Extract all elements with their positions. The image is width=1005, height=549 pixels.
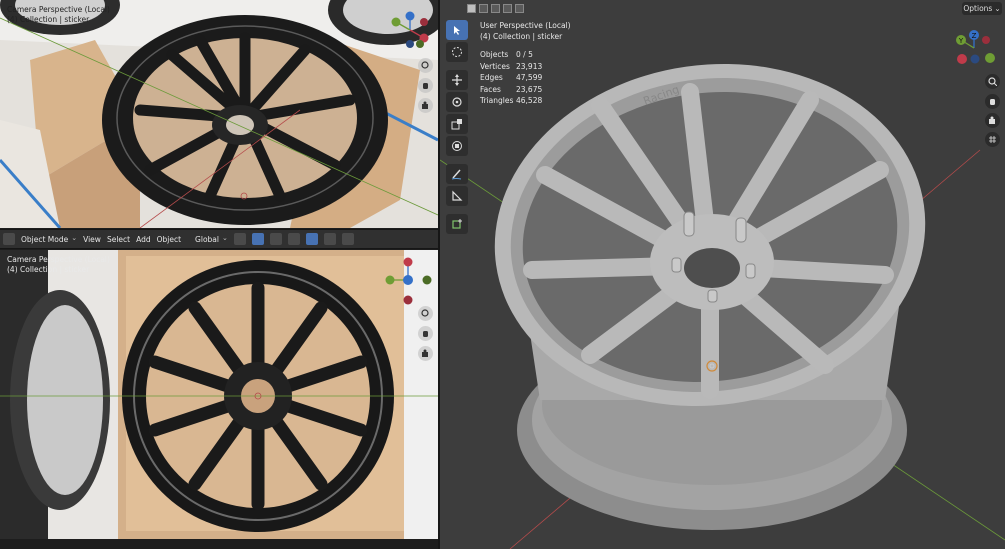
rotate-icon[interactable]	[446, 92, 468, 112]
stat-label: Vertices	[480, 61, 510, 71]
select-mode-extend[interactable]	[479, 4, 488, 13]
viewport-bottom-left[interactable]: Camera Perspective (Local) (4) Collectio…	[0, 250, 438, 539]
stat-value: 0 / 5	[516, 50, 533, 59]
camera-icon[interactable]	[418, 98, 433, 113]
tool-shelf	[446, 20, 468, 236]
stat-label: Faces	[480, 84, 501, 94]
viewport-collection: (4) Collection | sticker	[7, 15, 90, 24]
navigation-gizmo[interactable]	[384, 256, 434, 308]
editor-type-icon[interactable]	[3, 233, 15, 245]
camera-icon[interactable]	[985, 113, 1000, 128]
navigation-gizmo[interactable]: Z Y	[948, 26, 1000, 68]
stat-label: Triangles	[480, 96, 514, 105]
scene-statistics: Objects 0 / 5 Vertices 23,913 Edges 47,599 …	[480, 20, 542, 107]
stat-label: Edges	[480, 73, 503, 82]
scale-icon[interactable]	[446, 114, 468, 134]
annotate-icon[interactable]	[446, 164, 468, 184]
zoom-icon[interactable]	[985, 74, 1000, 89]
pivot-icon[interactable]	[233, 233, 246, 245]
viewport-render-bottom	[0, 250, 438, 539]
proportional-edit-icon[interactable]	[269, 233, 282, 245]
viewport-top-left[interactable]: Camera Perspective (Local) (4) Collectio…	[0, 0, 438, 228]
menu-select[interactable]: Select	[107, 235, 130, 244]
camera-icon[interactable]	[418, 346, 433, 361]
menu-object[interactable]: Object	[157, 235, 181, 244]
transform-icon[interactable]	[446, 136, 468, 156]
options-dropdown[interactable]: Options ⌄	[962, 2, 1002, 15]
measure-icon[interactable]	[446, 186, 468, 206]
axis-z-label: Z	[972, 32, 977, 40]
visibility-icon[interactable]	[287, 233, 300, 245]
axis-y-label: Y	[958, 37, 964, 45]
viewport-render-top	[0, 0, 438, 228]
viewport-title: Camera Perspective (Local)	[7, 255, 110, 264]
shading-icon[interactable]	[341, 233, 354, 245]
viewport-top-bar	[440, 0, 1005, 18]
mode-dropdown[interactable]: Object Mode	[21, 235, 77, 244]
pan-hand-icon[interactable]	[418, 326, 433, 341]
stat-value: 23,675	[516, 84, 543, 94]
grid-icon[interactable]	[985, 132, 1000, 147]
snap-icon[interactable]	[251, 233, 264, 245]
add-cube-icon[interactable]	[446, 214, 468, 234]
zoom-icon[interactable]	[418, 58, 433, 73]
menu-view[interactable]: View	[83, 235, 101, 244]
viewport-collection: (4) Collection | sticker	[7, 265, 90, 274]
select-mode-subtract[interactable]	[491, 4, 500, 13]
orientation-dropdown[interactable]: Global	[195, 235, 228, 244]
stat-value: 47,599	[516, 73, 543, 82]
navigation-gizmo[interactable]	[388, 10, 434, 52]
pan-hand-icon[interactable]	[418, 78, 433, 93]
stat-label: Objects	[480, 50, 509, 59]
select-mode-invert[interactable]	[503, 4, 512, 13]
menu-add[interactable]: Add	[136, 235, 151, 244]
zoom-icon[interactable]	[418, 306, 433, 321]
cursor-icon[interactable]	[446, 42, 468, 62]
select-mode-new[interactable]	[467, 4, 476, 13]
viewport-header: Object Mode View Select Add Object Globa…	[0, 229, 438, 249]
select-mode-intersect[interactable]	[515, 4, 524, 13]
stat-value: 46,528	[516, 96, 543, 105]
gizmo-toggle-icon[interactable]	[305, 233, 318, 245]
viewport-title: Camera Perspective (Local)	[7, 5, 110, 14]
select-box-icon[interactable]	[446, 20, 468, 40]
move-icon[interactable]	[446, 70, 468, 90]
pan-hand-icon[interactable]	[985, 94, 1000, 109]
stat-value: 23,913	[516, 61, 543, 71]
overlay-icon[interactable]	[323, 233, 336, 245]
